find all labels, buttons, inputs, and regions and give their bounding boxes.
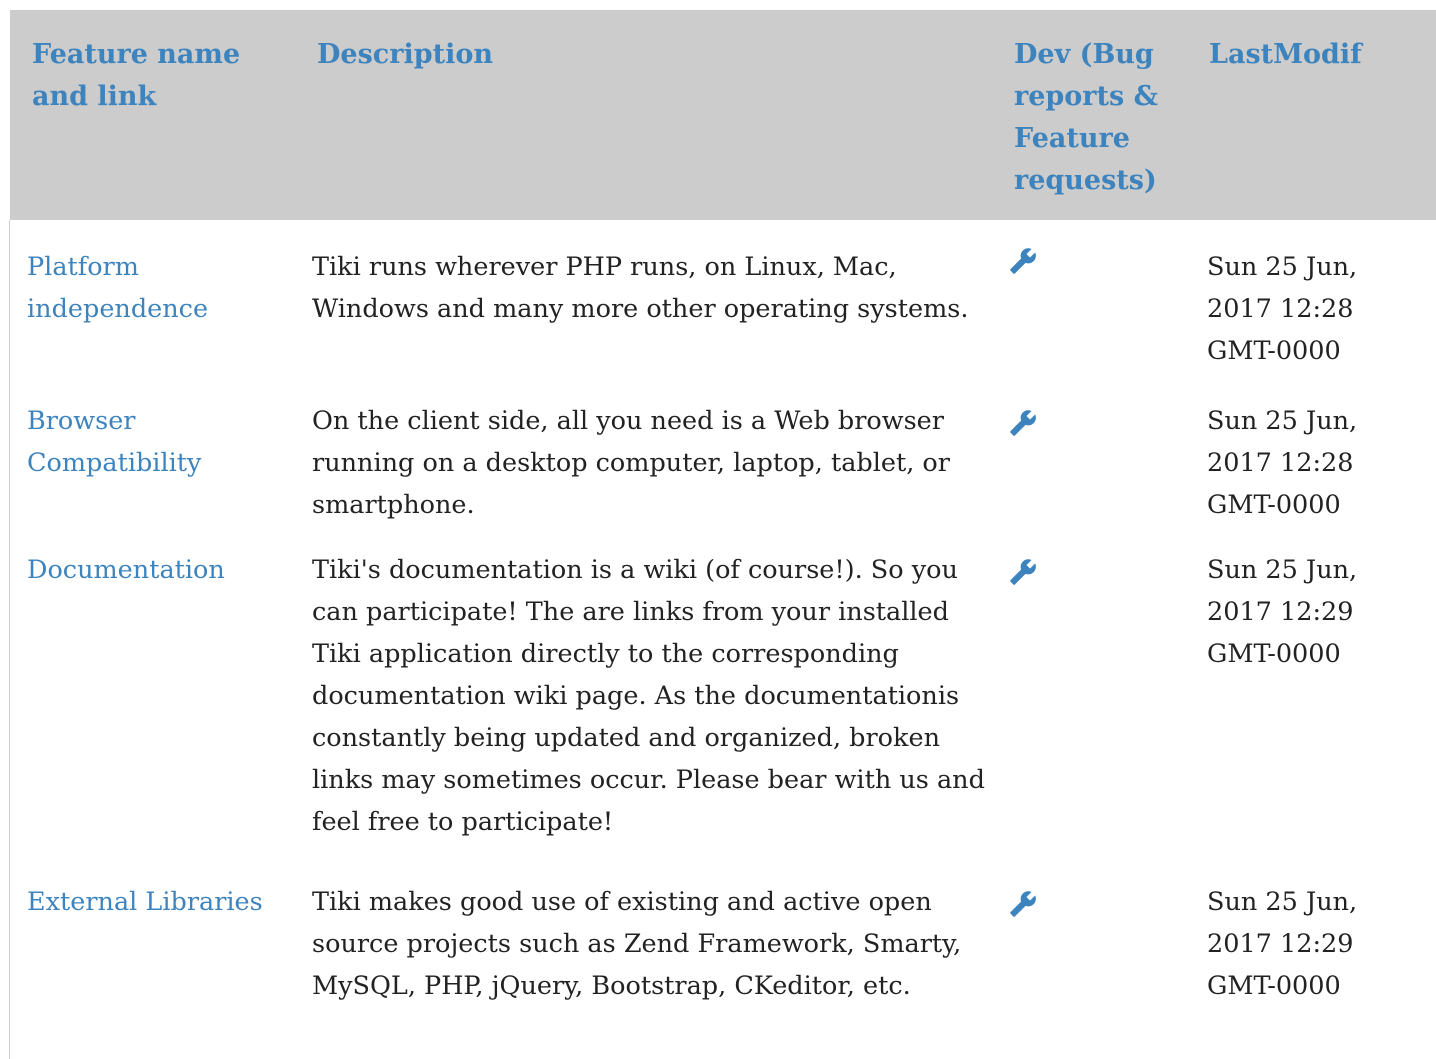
table-row: Documentation Tiki's documentation is a … xyxy=(10,538,1436,855)
table-row: Browser Compatibility On the client side… xyxy=(10,384,1436,538)
description-cell: Tiki runs wherever PHP runs, on Linux, M… xyxy=(312,252,969,324)
wrench-icon[interactable] xyxy=(1009,409,1037,437)
wrench-icon[interactable] xyxy=(1009,247,1037,275)
table-row: External Libraries Tiki makes good use o… xyxy=(10,855,1436,1019)
table-body: Platform independence Tiki runs wherever… xyxy=(10,220,1436,1019)
column-header-feature-name[interactable]: Feature name and link xyxy=(10,10,295,220)
dev-cell xyxy=(995,538,1191,855)
header-row: Feature name and link Description Dev (B… xyxy=(10,10,1436,220)
dev-cell xyxy=(995,384,1191,538)
description-cell: On the client side, all you need is a We… xyxy=(312,406,950,520)
column-header-last-modified[interactable]: LastModif xyxy=(1191,10,1436,220)
last-modified-cell: Sun 25 Jun, 2017 12:29 GMT-0000 xyxy=(1207,555,1358,669)
feature-table: Feature name and link Description Dev (B… xyxy=(10,10,1436,1019)
feature-link-external-libraries[interactable]: External Libraries xyxy=(27,887,263,917)
feature-link-browser-compatibility[interactable]: Browser Compatibility xyxy=(27,406,201,478)
feature-name-cell: Platform independence xyxy=(10,220,295,384)
feature-name-cell: Documentation xyxy=(10,538,295,855)
feature-link-platform-independence[interactable]: Platform independence xyxy=(27,252,208,324)
dev-cell xyxy=(995,855,1191,1019)
column-header-description[interactable]: Description xyxy=(295,10,995,220)
page: Feature name and link Description Dev (B… xyxy=(0,0,1436,1059)
feature-name-cell: Browser Compatibility xyxy=(10,384,295,538)
dev-cell xyxy=(995,220,1191,384)
table-header: Feature name and link Description Dev (B… xyxy=(10,10,1436,220)
wrench-icon[interactable] xyxy=(1009,558,1037,586)
description-cell: Tiki's documentation is a wiki (of cours… xyxy=(312,555,985,837)
wrench-icon[interactable] xyxy=(1009,890,1037,918)
last-modified-cell: Sun 25 Jun, 2017 12:28 GMT-0000 xyxy=(1207,252,1358,366)
last-modified-cell: Sun 25 Jun, 2017 12:28 GMT-0000 xyxy=(1207,406,1358,520)
description-cell: Tiki makes good use of existing and acti… xyxy=(312,887,962,1001)
column-header-dev[interactable]: Dev (Bug reports & Feature requests) xyxy=(995,10,1191,220)
feature-name-cell: External Libraries xyxy=(10,855,295,1019)
last-modified-cell: Sun 25 Jun, 2017 12:29 GMT-0000 xyxy=(1207,887,1358,1001)
feature-link-documentation[interactable]: Documentation xyxy=(27,555,225,585)
table-row: Platform independence Tiki runs wherever… xyxy=(10,220,1436,384)
